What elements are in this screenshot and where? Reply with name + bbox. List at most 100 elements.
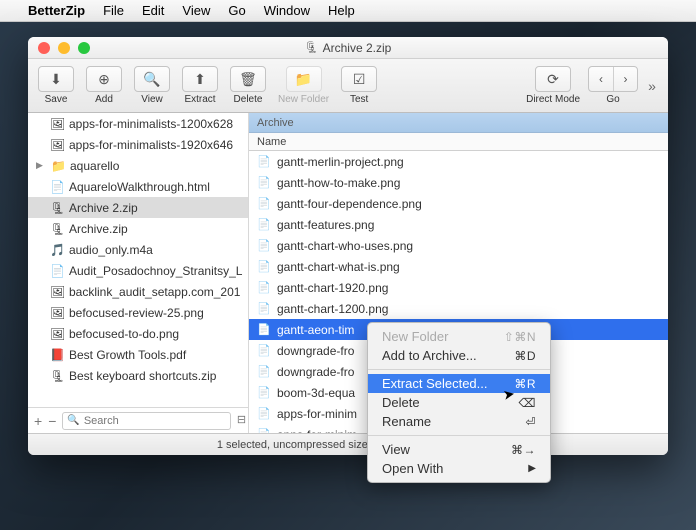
file-icon: 📄: [257, 155, 271, 168]
file-row[interactable]: 📄gantt-features.png: [249, 214, 668, 235]
file-icon: 🖼: [50, 117, 64, 131]
sidebar-item[interactable]: 🎵audio_only.m4a: [28, 239, 248, 260]
menu-go[interactable]: Go: [228, 3, 245, 18]
cm-delete[interactable]: Delete⌫: [368, 393, 550, 412]
file-row[interactable]: 📄gantt-four-dependence.png: [249, 193, 668, 214]
sidebar-item[interactable]: 🖼 backlink_audit_setapp.com_201: [28, 281, 248, 302]
window-title-text: Archive 2.zip: [323, 41, 392, 55]
menu-edit[interactable]: Edit: [142, 3, 164, 18]
file-icon: 🗜: [50, 222, 64, 236]
cm-add-to-archive[interactable]: Add to Archive...⌘D: [368, 346, 550, 365]
sidebar-list: 🖼apps-for-minimalists-1200x628🖼apps-for-…: [28, 113, 248, 407]
go-label: Go: [606, 94, 619, 105]
go-back-button[interactable]: ‹: [589, 67, 613, 91]
context-menu: New Folder⇧⌘N Add to Archive...⌘D Extrac…: [367, 322, 551, 483]
menu-window[interactable]: Window: [264, 3, 310, 18]
sidebar-item[interactable]: 📄 Audit_Posadochnoy_Stranitsy_L: [28, 260, 248, 281]
delete-button[interactable]: 🗑Delete: [226, 64, 270, 107]
remove-item-button[interactable]: −: [48, 413, 56, 429]
file-name: gantt-four-dependence.png: [277, 197, 422, 211]
sidebar-item[interactable]: 🗜 Archive 2.zip: [28, 197, 248, 218]
sidebar-item[interactable]: 📄AquareloWalkthrough.html: [28, 176, 248, 197]
sidebar-item[interactable]: ▶ 📁 aquarello: [28, 155, 248, 176]
file-name: gantt-chart-1920.png: [277, 281, 388, 295]
file-icon: 🖼: [50, 285, 64, 299]
file-name: downgrade-fro: [277, 365, 354, 379]
file-name: gantt-chart-who-uses.png: [277, 239, 413, 253]
menu-file[interactable]: File: [103, 3, 124, 18]
go-forward-button[interactable]: ›: [613, 67, 637, 91]
file-icon: 📁: [51, 159, 65, 173]
disclosure-triangle-icon[interactable]: ▶: [36, 160, 46, 171]
sidebar-item-label: Archive 2.zip: [69, 201, 138, 215]
cm-new-folder[interactable]: New Folder⇧⌘N: [368, 327, 550, 346]
add-item-button[interactable]: +: [34, 413, 42, 429]
file-icon: 📄: [257, 281, 271, 294]
sidebar-item[interactable]: 🖼 apps-for-minimalists-1920x646: [28, 134, 248, 155]
file-icon: 📄: [50, 264, 64, 278]
add-button[interactable]: ⊕Add: [82, 64, 126, 107]
file-name: gantt-how-to-make.png: [277, 176, 400, 190]
sidebar-item[interactable]: 🖼befocused-review-25.png: [28, 302, 248, 323]
file-row[interactable]: 📄 gantt-chart-1920.png: [249, 277, 668, 298]
file-row[interactable]: 📄gantt-chart-1200.png: [249, 298, 668, 319]
extract-button[interactable]: ⬆︎Extract: [178, 64, 222, 107]
file-icon: 🗜: [50, 369, 64, 383]
file-icon: 📄: [257, 428, 271, 433]
sidebar-item[interactable]: 🗜 Best keyboard shortcuts.zip: [28, 365, 248, 386]
search-field[interactable]: 🔍: [62, 412, 230, 430]
search-input[interactable]: [84, 415, 226, 427]
cm-extract-selected[interactable]: Extract Selected...⌘R: [368, 374, 550, 393]
direct-mode-button[interactable]: ⟳Direct Mode: [522, 64, 584, 107]
test-button[interactable]: ☑︎Test: [337, 64, 381, 107]
column-header-name[interactable]: Name: [249, 133, 668, 151]
toolbar-overflow-icon[interactable]: »: [642, 78, 662, 94]
view-button[interactable]: 🔍View: [130, 64, 174, 107]
sidebar-option-1[interactable]: ⊟: [237, 413, 246, 429]
sidebar: 🖼apps-for-minimalists-1200x628🖼apps-for-…: [28, 113, 249, 433]
file-row[interactable]: 📄gantt-chart-what-is.png: [249, 256, 668, 277]
sidebar-item[interactable]: 🗜Archive.zip: [28, 218, 248, 239]
separator: [368, 435, 550, 436]
file-row[interactable]: 📄 gantt-how-to-make.png: [249, 172, 668, 193]
file-icon: 📄: [257, 407, 271, 420]
menu-help[interactable]: Help: [328, 3, 355, 18]
window-title: 🗜 Archive 2.zip: [28, 41, 668, 55]
toolbar: ⬇︎Save ⊕Add 🔍View ⬆︎Extract 🗑Delete 📁New…: [28, 59, 668, 113]
app-window: 🗜 Archive 2.zip ⬇︎Save ⊕Add 🔍View ⬆︎Extr…: [28, 37, 668, 455]
sidebar-item-label: befocused-to-do.png: [69, 327, 179, 341]
sidebar-item[interactable]: 📕Best Growth Tools.pdf: [28, 344, 248, 365]
titlebar[interactable]: 🗜 Archive 2.zip: [28, 37, 668, 59]
sidebar-toolbar: + − 🔍 ⊟ ⊞: [28, 407, 248, 433]
status-bar: 1 selected, uncompressed size: 83 KB (in…: [28, 433, 668, 455]
sidebar-item[interactable]: 🖼befocused-to-do.png: [28, 323, 248, 344]
cm-open-with[interactable]: Open With▶: [368, 459, 550, 478]
go-nav: ‹ › Go: [588, 66, 638, 105]
file-icon: 🖼: [50, 306, 64, 320]
file-name: apps-for-minim: [277, 428, 357, 434]
sidebar-item-label: aquarello: [70, 159, 119, 173]
file-name: gantt-features.png: [277, 218, 374, 232]
file-row[interactable]: 📄gantt-merlin-project.png: [249, 151, 668, 172]
sidebar-item-label: AquareloWalkthrough.html: [69, 180, 210, 194]
zip-icon: 🗜: [305, 41, 319, 54]
sidebar-item-label: apps-for-minimalists-1920x646: [69, 138, 233, 152]
path-bar[interactable]: Archive: [249, 113, 668, 133]
new-folder-button[interactable]: 📁New Folder: [274, 64, 333, 107]
file-icon: 🗜: [50, 201, 64, 215]
file-row[interactable]: 📄 gantt-chart-who-uses.png: [249, 235, 668, 256]
menu-view[interactable]: View: [182, 3, 210, 18]
sidebar-item[interactable]: 🖼apps-for-minimalists-1200x628: [28, 113, 248, 134]
file-name: boom-3d-equa: [277, 386, 355, 400]
save-button[interactable]: ⬇︎Save: [34, 64, 78, 107]
cm-view[interactable]: View⌘→: [368, 440, 550, 459]
file-name: gantt-aeon-tim: [277, 323, 354, 337]
cm-rename[interactable]: Rename⏎: [368, 412, 550, 431]
sidebar-item-label: Audit_Posadochnoy_Stranitsy_L: [69, 264, 242, 278]
sidebar-item-label: Best keyboard shortcuts.zip: [69, 369, 216, 383]
file-icon: 📄: [257, 176, 271, 189]
file-icon: 📄: [257, 239, 271, 252]
sidebar-item-label: backlink_audit_setapp.com_201: [69, 285, 240, 299]
app-menu[interactable]: BetterZip: [28, 3, 85, 18]
file-icon: 🖼: [50, 138, 64, 152]
